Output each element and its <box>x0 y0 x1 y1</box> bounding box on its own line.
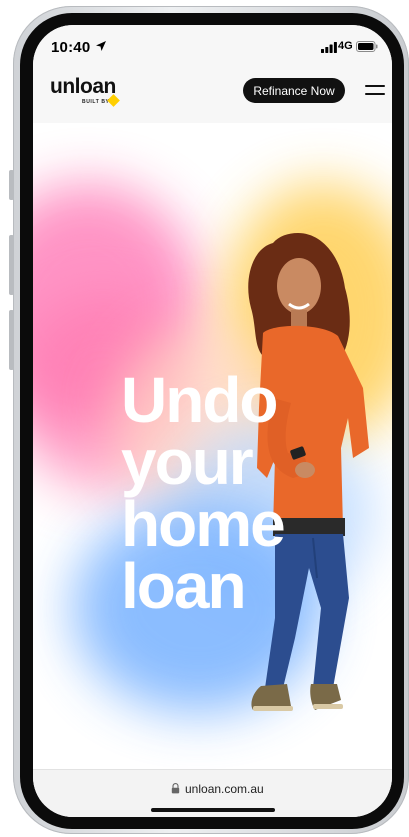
signal-icon <box>321 42 337 53</box>
phone-screen: 10:40 4G unloan BUILT BY Refinance Now U… <box>33 25 392 817</box>
headline-line: your <box>121 426 254 498</box>
volume-up-button <box>9 235 14 295</box>
hero-headline: Undo your home loan <box>121 364 361 622</box>
logo-subtext: BUILT BY <box>82 99 110 105</box>
lock-icon <box>171 783 180 794</box>
status-bar: 10:40 4G <box>33 25 392 67</box>
unloan-logo[interactable]: unloan BUILT BY <box>50 75 120 109</box>
url-text[interactable]: unloan.com.au <box>185 782 264 796</box>
mute-switch <box>9 170 14 200</box>
network-type: 4G <box>338 40 353 52</box>
location-arrow-icon <box>96 41 106 51</box>
headline-line: Undo <box>121 364 279 436</box>
refinance-now-button[interactable]: Refinance Now <box>243 78 345 103</box>
hero-section: Undo your home loan <box>33 123 392 769</box>
site-header: unloan BUILT BY Refinance Now <box>33 67 392 123</box>
headline-line: loan <box>121 550 247 622</box>
volume-down-button <box>9 310 14 370</box>
home-indicator[interactable] <box>151 808 275 812</box>
battery-icon <box>356 41 378 52</box>
headline-line: home <box>121 488 286 560</box>
menu-icon[interactable] <box>365 83 385 97</box>
browser-url-bar[interactable]: unloan.com.au <box>33 769 392 817</box>
status-time: 10:40 <box>51 39 91 56</box>
logo-wordmark: unloan <box>50 75 116 98</box>
